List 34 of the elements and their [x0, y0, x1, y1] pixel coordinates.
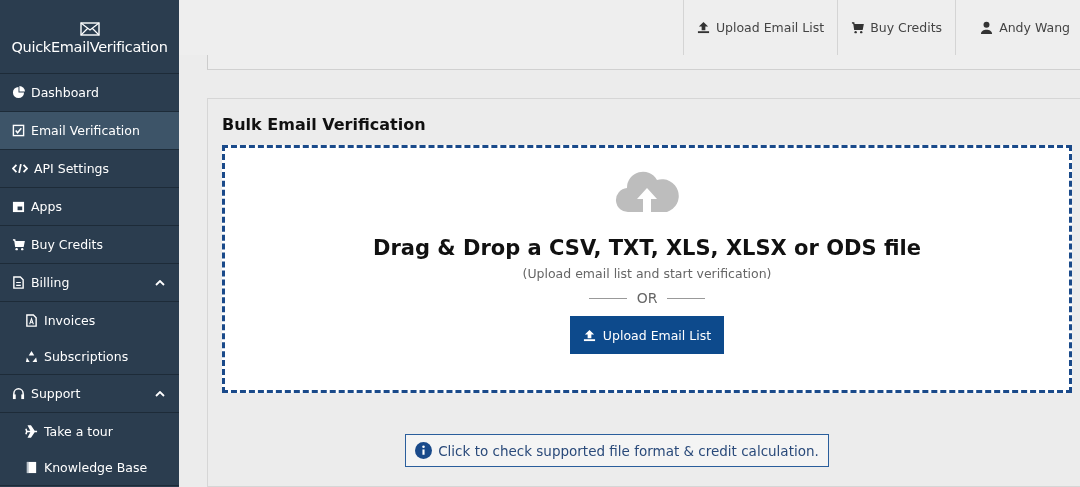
document-icon	[12, 276, 25, 289]
or-separator: OR	[636, 290, 658, 306]
sidebar-item[interactable]: Email Verification	[0, 112, 179, 150]
envelope-icon	[79, 22, 100, 36]
sidebar-item[interactable]: Billing	[0, 264, 179, 302]
panel-title: Bulk Email Verification	[222, 115, 427, 134]
dropzone-hint: (Upload email list and start verification)	[522, 266, 772, 281]
info-link[interactable]: Click to check supported file format & credit calculation.	[405, 434, 829, 467]
dropzone[interactable]: Drag & Drop a CSV, TXT, XLS, XLSX or ODS file (Upload email list and start verification) OR Upload Email List	[222, 145, 1072, 393]
pdf-file-icon	[25, 313, 38, 327]
brand-name: QuickEmailVerification	[11, 39, 168, 55]
sidebar-subitem[interactable]: Subscriptions	[0, 338, 179, 374]
cart-icon	[851, 21, 865, 34]
headphones-icon	[12, 387, 25, 400]
upload-icon	[696, 21, 710, 34]
sidebar-item[interactable]: Apps	[0, 188, 179, 226]
sidebar-item[interactable]: Support	[0, 375, 179, 413]
cloud-upload-icon	[615, 170, 679, 214]
sidebar-subitem[interactable]: Invoices	[0, 302, 179, 338]
upload-icon	[582, 328, 596, 342]
sidebar-item[interactable]: API Settings	[0, 150, 179, 188]
upload-button[interactable]: Upload Email List	[569, 316, 725, 354]
user-icon	[980, 21, 994, 34]
checkbox-icon	[12, 124, 25, 137]
code-icon	[12, 162, 28, 175]
airplane-icon	[25, 424, 38, 438]
pie-chart-icon	[12, 86, 25, 99]
book-icon	[25, 460, 38, 474]
cart-icon	[12, 238, 25, 251]
sidebar-subitem[interactable]: Knowledge Base	[0, 449, 179, 485]
sidebar-subitem[interactable]: Take a tour	[0, 413, 179, 449]
sidebar-item[interactable]: Buy Credits	[0, 226, 179, 264]
dropzone-heading: Drag & Drop a CSV, TXT, XLS, XLSX or ODS file	[373, 236, 921, 260]
info-icon	[415, 442, 433, 459]
